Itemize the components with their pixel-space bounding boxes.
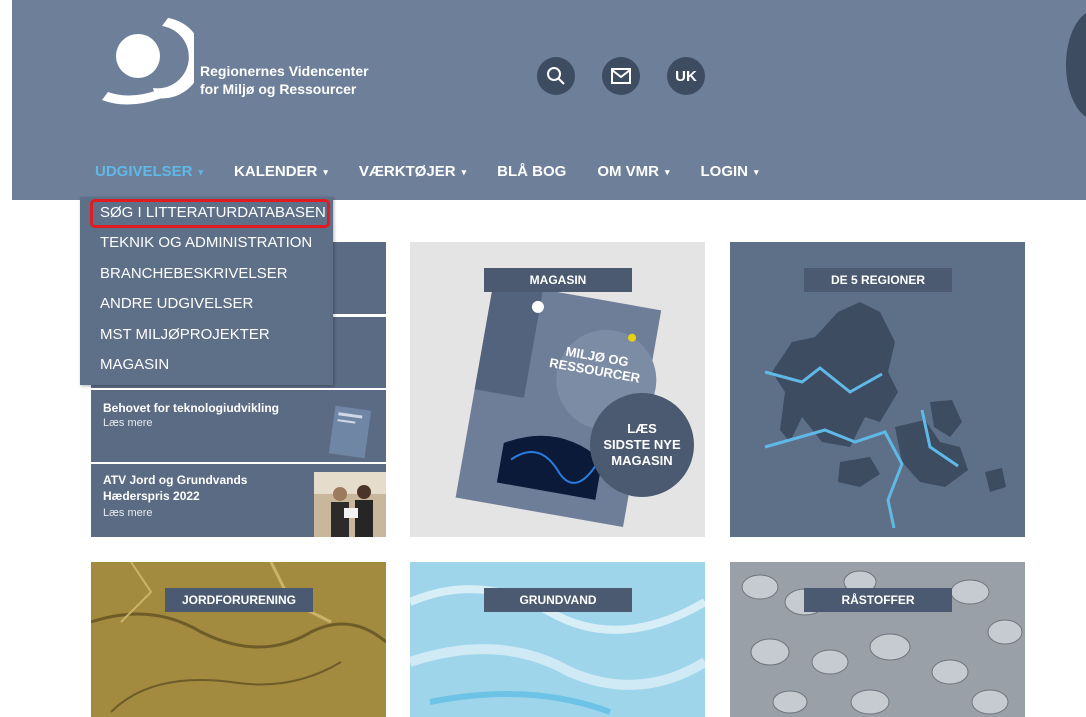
nav-label: VÆRKTØJER	[358, 163, 456, 180]
cta-line: LÆS	[627, 421, 657, 436]
tile-magasin[interactable]: MILJØ OG RESSOURCER MAGASIN LÆS SIDSTE N…	[410, 242, 705, 537]
tile-regioner[interactable]: DE 5 REGIONER	[730, 242, 1025, 537]
chevron-down-icon: ▾	[198, 167, 204, 178]
news-title-line: Hæderspris 2022	[103, 489, 200, 503]
mail-button[interactable]	[602, 57, 640, 95]
menu-item-branchebeskrivelser[interactable]: BRANCHEBESKRIVELSER	[100, 265, 288, 282]
nav-label: UDGIVELSER	[95, 163, 193, 180]
vmr-logo[interactable]	[98, 14, 194, 108]
nav-label: LOGIN	[700, 163, 749, 180]
news-title: ATV Jord og Grundvands Hæderspris 2022	[103, 472, 247, 504]
nav-vaerktoejer[interactable]: VÆRKTØJER ▾	[346, 160, 484, 186]
menu-item-litteraturdatabase[interactable]: SØG I LITTERATURDATABASEN	[100, 204, 326, 221]
chevron-down-icon: ▾	[754, 167, 759, 178]
publication-thumbnail	[328, 405, 372, 459]
read-more-link[interactable]: Læs mere	[103, 507, 153, 519]
main-nav: UDGIVELSER ▾ KALENDER ▾ VÆRKTØJER ▾ BLÅ BOG…	[82, 160, 777, 186]
news-title: Behovet for teknologiudvikling	[103, 401, 280, 415]
mail-icon	[611, 68, 631, 84]
language-uk-button[interactable]: UK	[667, 57, 705, 95]
nav-label: OM VMR	[597, 163, 659, 180]
cta-line: SIDSTE NYE	[603, 437, 681, 452]
tile-raastoffer[interactable]: RÅSTOFFER	[730, 562, 1025, 717]
chevron-down-icon: ▾	[323, 167, 328, 178]
menu-item-mst-miljoeprojekter[interactable]: MST MILJØPROJEKTER	[100, 326, 270, 343]
soil-texture	[91, 562, 386, 713]
tile-label: JORDFORURENING	[165, 588, 313, 612]
brand-name: Regionernes Videncenter for Miljø og Res…	[200, 62, 369, 98]
news-item[interactable]: Behovet for teknologiudvikling Læs mere	[91, 390, 386, 462]
menu-item-andre-udgivelser[interactable]: ANDRE UDGIVELSER	[100, 295, 253, 312]
menu-item-magasin[interactable]: MAGASIN	[100, 356, 169, 373]
cta-line: MAGASIN	[611, 453, 673, 468]
menu-item-teknik-administration[interactable]: TEKNIK OG ADMINISTRATION	[100, 234, 312, 251]
nav-login[interactable]: LOGIN ▾	[688, 160, 777, 186]
tile-jordforurening[interactable]: JORDFORURENING	[91, 562, 386, 717]
search-button[interactable]	[537, 57, 575, 95]
chevron-down-icon: ▾	[461, 167, 467, 178]
tile-grundvand[interactable]: GRUNDVAND	[410, 562, 705, 717]
udgivelser-dropdown: SØG I LITTERATURDATABASEN TEKNIK OG ADMI…	[80, 197, 333, 385]
nav-blaa-bog[interactable]: BLÅ BOG	[484, 160, 584, 186]
brand-line-1: Regionernes Videncenter	[200, 63, 369, 79]
news-item[interactable]: ATV Jord og Grundvands Hæderspris 2022 L…	[91, 464, 386, 537]
read-latest-magazine-button[interactable]: LÆS SIDSTE NYE MAGASIN	[590, 393, 694, 497]
nav-label: KALENDER	[234, 163, 318, 180]
news-title-line: ATV Jord og Grundvands	[103, 473, 248, 487]
nav-om-vmr[interactable]: OM VMR ▾	[584, 160, 687, 186]
search-icon	[547, 67, 565, 85]
tile-label: DE 5 REGIONER	[804, 268, 952, 292]
brand-line-2: for Miljø og Ressourcer	[200, 81, 357, 97]
nav-udgivelser[interactable]: UDGIVELSER ▾	[82, 160, 221, 186]
water-texture	[410, 585, 705, 715]
tile-label: GRUNDVAND	[484, 588, 632, 612]
header-decoration	[1066, 10, 1086, 120]
chevron-down-icon: ▾	[664, 167, 670, 178]
tile-label: MAGASIN	[484, 268, 632, 292]
award-photo	[314, 472, 386, 537]
nav-label: BLÅ BOG	[497, 163, 567, 180]
nav-kalender[interactable]: KALENDER ▾	[221, 160, 346, 186]
gravel-texture	[741, 570, 1023, 715]
read-more-link[interactable]: Læs mere	[103, 417, 153, 429]
tile-label: RÅSTOFFER	[804, 588, 952, 612]
